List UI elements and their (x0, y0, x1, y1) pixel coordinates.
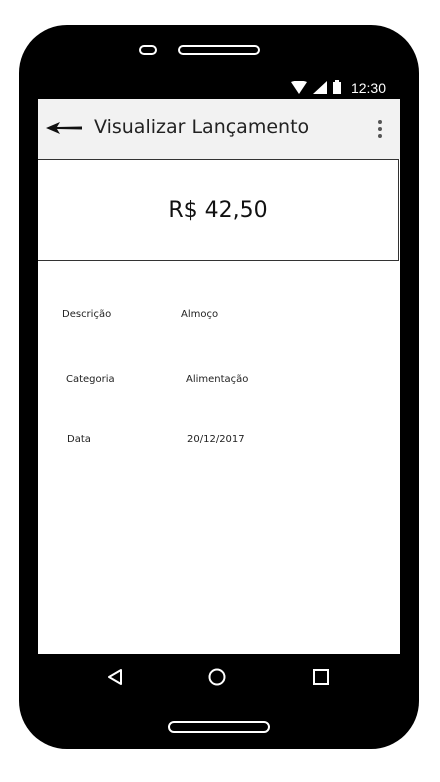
app-screen: Visualizar Lançamento R$ 42,50 Descrição… (38, 99, 400, 654)
amount-value: R$ 42,50 (168, 197, 268, 223)
overflow-menu-button[interactable] (370, 117, 390, 141)
signal-icon (312, 79, 327, 98)
nav-back-button[interactable] (102, 666, 128, 692)
description-label: Descrição (62, 309, 112, 320)
date-label: Data (67, 434, 91, 445)
system-nav-bar (38, 654, 400, 704)
wifi-icon (290, 79, 307, 98)
camera-sensor (139, 45, 157, 55)
app-bar: Visualizar Lançamento (38, 99, 400, 159)
home-circle-icon (208, 668, 226, 690)
earpiece-speaker (178, 45, 260, 55)
page-title: Visualizar Lançamento (94, 116, 310, 138)
arrow-left-icon (46, 120, 82, 139)
status-bar: 12:30 (38, 77, 400, 99)
back-triangle-icon (107, 668, 123, 690)
amount-card: R$ 42,50 (38, 159, 399, 261)
overflow-menu-icon (378, 120, 382, 124)
back-button[interactable] (44, 117, 84, 141)
date-value: 20/12/2017 (187, 434, 245, 445)
recents-square-icon (312, 668, 330, 690)
nav-home-button[interactable] (204, 666, 230, 692)
battery-icon (332, 79, 341, 98)
nav-recents-button[interactable] (308, 666, 334, 692)
category-label: Categoria (66, 374, 115, 385)
category-value: Alimentação (186, 374, 249, 385)
status-time: 12:30 (350, 80, 386, 96)
description-value: Almoço (181, 309, 219, 320)
home-indicator (168, 721, 270, 733)
